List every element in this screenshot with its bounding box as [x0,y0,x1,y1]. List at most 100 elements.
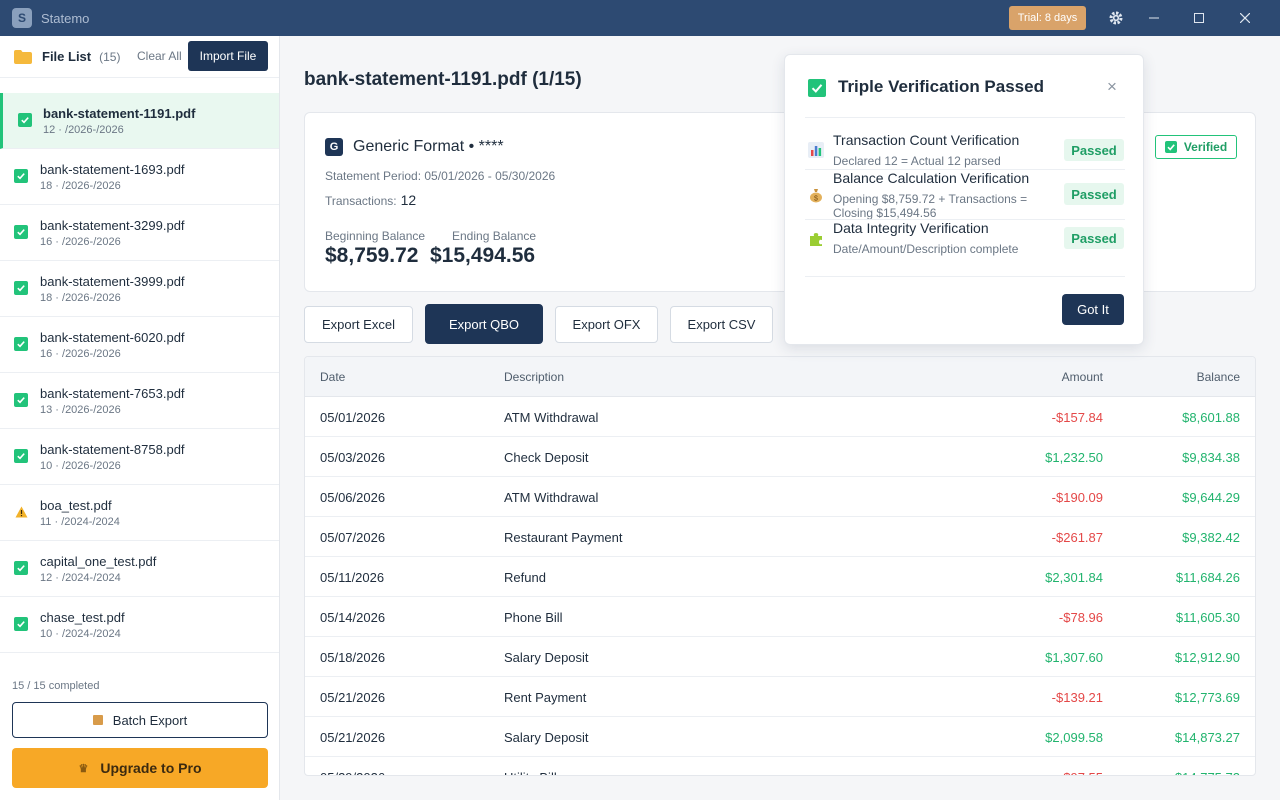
cell-description: Phone Bill [504,610,563,625]
verified-badge[interactable]: Verified [1155,135,1237,159]
cell-description: Refund [504,570,546,585]
bar-chart-icon [808,142,824,158]
file-meta: 18 · /2026-/2026 [40,180,121,192]
export-csv-button[interactable]: Export CSV [670,306,773,343]
checkbox-icon [14,561,28,575]
checkbox-icon [14,169,28,183]
table-row[interactable]: 05/01/2026 ATM Withdrawal -$157.84 $8,601.8… [305,397,1255,437]
table-row[interactable]: 05/21/2026 Salary Deposit $2,099.58 $14,873… [305,717,1255,757]
file-list-item[interactable]: boa_test.pdf 11 · /2024-/2024 [0,485,279,541]
table-row[interactable]: 05/18/2026 Salary Deposit $1,307.60 $12,912… [305,637,1255,677]
maximize-button[interactable] [1179,0,1219,36]
file-list-item[interactable]: bank-statement-3299.pdf 16 · /2026-/2026 [0,205,279,261]
table-row[interactable]: 05/07/2026 Restaurant Payment -$261.87 $9,3… [305,517,1255,557]
column-date[interactable]: Date [320,370,345,384]
check-1-title: Transaction Count Verification [833,132,1020,148]
file-name: bank-statement-1693.pdf [40,162,185,177]
check-2-title: Balance Calculation Verification [833,170,1030,186]
cell-date: 05/21/2026 [320,730,386,745]
cell-date: 05/06/2026 [320,490,386,505]
table-row[interactable]: 05/11/2026 Refund $2,301.84 $11,684.26 [305,557,1255,597]
file-meta: 10 · /2026-/2026 [40,460,121,472]
file-meta: 12 · /2024-/2024 [40,572,121,584]
column-description[interactable]: Description [504,370,564,384]
check-3-status: Passed [1064,227,1124,249]
file-list-item[interactable]: bank-statement-3999.pdf 18 · /2026-/2026 [0,261,279,317]
batch-export-label: Batch Export [112,712,188,728]
batch-export-button[interactable]: Batch Export [12,702,268,738]
package-icon [92,715,103,725]
transactions-label: Transactions: 12 [325,192,416,208]
check-3-detail: Date/Amount/Description complete [833,242,1019,256]
export-qbo-button[interactable]: Export QBO [425,304,543,344]
file-list-item[interactable]: capital_one_test.pdf 12 · /2024-/2024 [0,541,279,597]
file-name: bank-statement-6020.pdf [40,330,185,345]
cell-date: 05/14/2026 [320,610,386,625]
ending-balance-label: Ending Balance [452,229,537,243]
file-meta: 11 · /2024-/2024 [40,516,120,528]
upgrade-pro-button[interactable]: ♛ Upgrade to Pro [12,748,268,788]
file-name: boa_test.pdf [40,498,112,513]
check-2-status: Passed [1064,183,1124,205]
table-row[interactable]: 05/29/2026 Utility Bill -$97.55 $14,775.72 [305,757,1255,775]
file-list-item[interactable]: bank-statement-8758.pdf 10 · /2026-/2026 [0,429,279,485]
file-sidebar: File List (15) Clear All Import File ban… [0,36,280,800]
app-logo: S [12,8,32,28]
cell-balance: $11,684.26 [1175,570,1240,585]
transactions-label-text: Transactions: [325,194,397,208]
settings-button[interactable] [1096,0,1136,36]
column-balance[interactable]: Balance [1197,370,1240,384]
upgrade-label: Upgrade to Pro [100,760,202,776]
cell-balance: $8,601.88 [1182,410,1240,425]
file-list-item[interactable]: bank-statement-1693.pdf 18 · /2026-/2026 [0,149,279,205]
cell-date: 05/03/2026 [320,450,386,465]
file-list-item[interactable]: bank-statement-1191.pdf 12 · /2026-/2026 [0,93,279,149]
file-name: chase_test.pdf [40,610,125,625]
minimize-button[interactable] [1134,0,1174,36]
completed-status: 15 / 15 completed [12,680,100,692]
cell-balance: $9,382.42 [1182,530,1240,545]
export-excel-button[interactable]: Export Excel [304,306,413,343]
table-row[interactable]: 05/03/2026 Check Deposit $1,232.50 $9,834.3… [305,437,1255,477]
table-row[interactable]: 05/06/2026 ATM Withdrawal -$190.09 $9,644.2… [305,477,1255,517]
table-header: Date Description Amount Balance [305,357,1255,397]
cell-date: 05/29/2026 [320,770,385,775]
cell-amount: -$157.84 [1051,410,1103,425]
cell-description: Salary Deposit [504,650,589,665]
cell-balance: $12,773.69 [1174,690,1240,705]
folder-icon [14,49,32,64]
warning-icon [15,506,28,518]
checkbox-icon [14,617,28,631]
cell-balance: $9,644.29 [1182,490,1240,505]
file-list-item[interactable]: bank-statement-7653.pdf 13 · /2026-/2026 [0,373,279,429]
import-file-button[interactable]: Import File [188,41,268,71]
file-list-item[interactable]: chase_test.pdf 10 · /2024-/2024 [0,597,279,653]
file-name: bank-statement-1191.pdf [43,106,196,121]
modal-close-button[interactable]: × [1107,77,1117,97]
file-list-item[interactable]: bank-statement-6020.pdf 16 · /2026-/2026 [0,317,279,373]
cell-amount: $2,301.84 [1045,570,1103,585]
file-meta: 18 · /2026-/2026 [40,292,121,304]
file-list-title: File List [42,49,92,64]
export-ofx-button[interactable]: Export OFX [555,306,658,343]
table-row[interactable]: 05/14/2026 Phone Bill -$78.96 $11,605.30 [305,597,1255,637]
cell-balance: $12,912.90 [1174,650,1240,665]
got-it-button[interactable]: Got It [1062,294,1124,325]
svg-text:$: $ [814,196,818,203]
column-amount[interactable]: Amount [1062,370,1103,384]
close-window-button[interactable] [1225,0,1265,36]
table-row[interactable]: 05/21/2026 Rent Payment -$139.21 $12,773.69 [305,677,1255,717]
trial-badge[interactable]: Trial: 8 days [1009,6,1086,30]
transactions-table: Date Description Amount Balance 05/01/20… [304,356,1256,776]
check-2-detail: Opening $8,759.72 + Transactions = Closi… [833,192,1028,220]
cell-description: Utility Bill [504,770,557,775]
file-meta: 12 · /2026-/2026 [43,124,124,136]
file-meta: 13 · /2026-/2026 [40,404,121,416]
cell-date: 05/11/2026 [320,570,385,585]
cell-description: ATM Withdrawal [504,490,599,505]
clear-all-link[interactable]: Clear All [137,49,182,63]
checkbox-icon [14,225,28,239]
checkmark-icon [1164,141,1177,153]
cell-date: 05/18/2026 [320,650,386,665]
page-title: bank-statement-1191.pdf (1/15) [304,69,582,90]
